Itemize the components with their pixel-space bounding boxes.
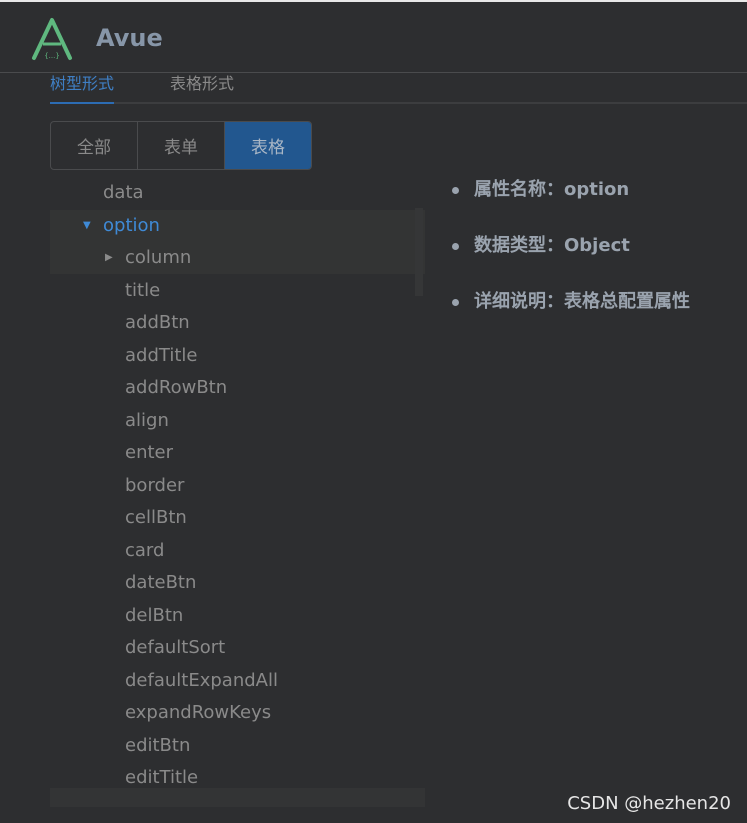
tree-node-label: align (125, 409, 169, 431)
tree-node-label: editBtn (125, 734, 191, 756)
tree-node-editTitle[interactable]: editTitle (50, 762, 425, 788)
tree-node-label: addBtn (125, 312, 190, 333)
filter-segmented-control: 全部 表单 表格 (50, 121, 312, 170)
detail-type: 数据类型：Object (452, 232, 690, 288)
tree-node-label: delBtn (125, 604, 184, 626)
tree-node-label: defaultSort (125, 637, 226, 658)
tree-horizontal-scrollbar[interactable] (50, 788, 425, 807)
tree-node-label: column (125, 247, 192, 268)
svg-text:{...}: {...} (44, 52, 60, 60)
tree-node-column[interactable]: ▶ column (50, 242, 425, 274)
tree-node-expandRowKeys[interactable]: expandRowKeys (50, 697, 425, 729)
tab-table[interactable]: 表格形式 (170, 70, 234, 102)
property-details: 属性名称：option 数据类型：Object 详细说明：表格总配置属性 (452, 176, 690, 344)
tree-node-addTitle[interactable]: addTitle (50, 340, 425, 372)
tree-node-align[interactable]: align (50, 405, 425, 437)
tree-node-label: dateBtn (125, 572, 197, 593)
caret-down-icon[interactable]: ▼ (83, 210, 91, 242)
tree-node-border[interactable]: border (50, 470, 425, 502)
tree-node-addBtn[interactable]: addBtn (50, 307, 425, 339)
segment-all[interactable]: 全部 (51, 122, 138, 169)
tree-node-label: enter (125, 442, 174, 463)
detail-name: 属性名称：option (452, 176, 690, 232)
tree-node-label: cellBtn (125, 507, 187, 528)
tree-node-label: option (103, 214, 160, 236)
tree-node-label: addRowBtn (125, 377, 228, 398)
tree-node-defaultExpandAll[interactable]: defaultExpandAll (50, 665, 425, 697)
tree-node-title[interactable]: title (50, 275, 425, 307)
tree-node-editBtn[interactable]: editBtn (50, 730, 425, 762)
brand-title: Avue (96, 24, 163, 52)
tree-node-label: data (103, 182, 144, 203)
tree-scrollbar[interactable] (415, 208, 423, 296)
watermark: CSDN @hezhen20 (567, 793, 731, 814)
tree-node-label: card (125, 539, 165, 561)
tree-node-data[interactable]: data (50, 177, 425, 209)
detail-description: 详细说明：表格总配置属性 (452, 288, 690, 344)
tree-node-label: expandRowKeys (125, 702, 272, 723)
tree-node-cellBtn[interactable]: cellBtn (50, 502, 425, 534)
tree-node-label: defaultExpandAll (125, 669, 278, 691)
tab-tree[interactable]: 树型形式 (50, 70, 115, 104)
tree-node-label: border (125, 474, 185, 496)
tree-node-enter[interactable]: enter (50, 437, 425, 469)
tree-node-defaultSort[interactable]: defaultSort (50, 632, 425, 664)
avue-logo-icon: {...} (32, 18, 72, 60)
property-tree: data ▼ option ▶ column title addBtn addTitle add… (50, 176, 425, 788)
segment-form[interactable]: 表单 (138, 122, 225, 169)
tree-node-option[interactable]: ▼ option (50, 209, 425, 242)
header: {...} Avue (0, 2, 747, 73)
tree-node-label: title (125, 279, 161, 301)
tree-node-delBtn[interactable]: delBtn (50, 600, 425, 632)
view-tabs: 树型形式 表格形式 (50, 70, 747, 104)
tree-node-addRowBtn[interactable]: addRowBtn (50, 372, 425, 404)
caret-right-icon[interactable]: ▶ (105, 242, 113, 274)
tree-node-label: addTitle (125, 344, 198, 366)
tree-node-dateBtn[interactable]: dateBtn (50, 567, 425, 599)
tree-node-card[interactable]: card (50, 535, 425, 567)
tree-node-label: editTitle (125, 767, 199, 788)
segment-table[interactable]: 表格 (225, 122, 311, 169)
